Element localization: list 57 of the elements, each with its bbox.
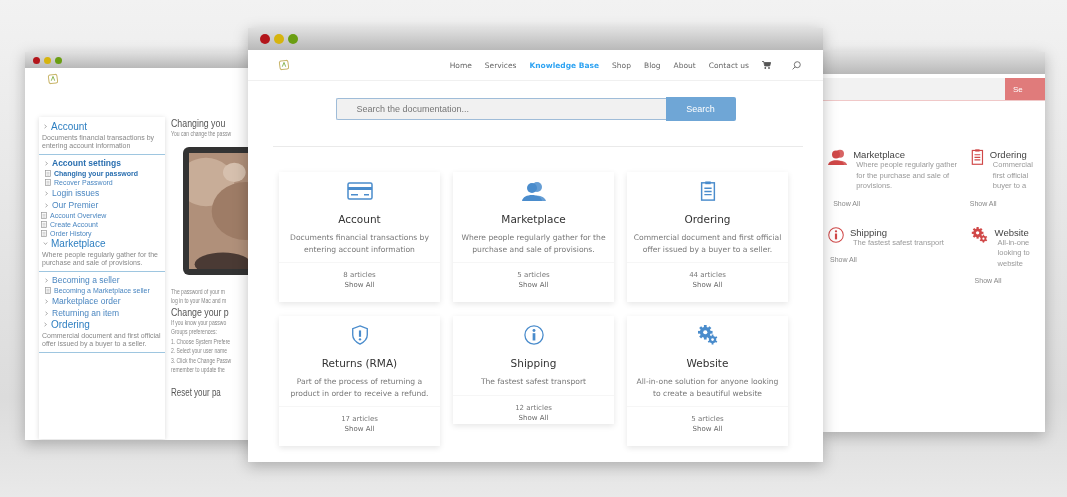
card-title: Ordering [989, 149, 1028, 160]
card-title: Website [686, 357, 729, 369]
folder-item[interactable]: Returning an item [39, 307, 165, 319]
card-title: Shipping [510, 357, 557, 369]
article-heading: Reset your pa [171, 386, 222, 398]
folder-item[interactable]: Login issues [39, 187, 165, 199]
article-title: Changing you [171, 117, 227, 129]
card-title: Account [338, 213, 381, 225]
page-icon [41, 212, 47, 219]
clipboard-icon [699, 181, 716, 201]
close-icon[interactable] [33, 56, 40, 64]
chevron-right-icon [43, 124, 48, 129]
page-icon [41, 221, 47, 228]
page-icon [41, 230, 47, 237]
card-title: Website [994, 226, 1030, 238]
search-icon[interactable] [792, 60, 801, 70]
credit-card-icon [346, 181, 373, 201]
card-title: Ordering [684, 213, 731, 225]
folder-item[interactable]: Becoming a seller [39, 274, 165, 286]
search-field[interactable]: Search the documentation... [335, 98, 666, 120]
article-heading: Change your p [171, 305, 230, 318]
folder-item[interactable]: Marketplace order [39, 295, 165, 307]
card-title: Marketplace [501, 213, 566, 225]
info-icon [828, 226, 844, 243]
logo-icon[interactable] [47, 73, 59, 85]
page-icon [45, 170, 51, 177]
clipboard-icon [971, 149, 984, 165]
section-title[interactable]: Marketplace [39, 238, 165, 249]
minimize-icon[interactable] [274, 34, 284, 44]
logo-icon[interactable] [278, 59, 290, 71]
maximize-icon[interactable] [55, 56, 62, 64]
section-title[interactable]: Account [39, 121, 165, 132]
info-icon [523, 325, 544, 345]
people-icon [521, 181, 546, 201]
page-icon [45, 287, 51, 294]
card-title: Shipping [850, 226, 888, 238]
chevron-right-icon [43, 322, 48, 327]
page-icon [45, 179, 51, 186]
folder-item[interactable]: Account settings [39, 157, 165, 169]
section-title[interactable]: Ordering [39, 319, 165, 330]
close-icon[interactable] [260, 34, 270, 44]
folder-item[interactable]: Our Premier [39, 199, 165, 211]
card-title: Returns (RMA) [321, 357, 398, 369]
gears-icon [696, 325, 719, 345]
chevron-right-icon [44, 160, 49, 166]
minimize-icon[interactable] [44, 56, 51, 64]
gears-icon [971, 226, 989, 243]
maximize-icon[interactable] [288, 34, 298, 44]
search-button[interactable]: Se [1005, 78, 1045, 100]
search-field[interactable] [822, 78, 1005, 100]
people-icon [828, 149, 848, 165]
search-button[interactable]: Search [665, 97, 736, 121]
chevron-right-icon [44, 277, 49, 283]
chevron-down-icon [43, 241, 48, 246]
shield-warning-icon [349, 325, 370, 345]
cart-icon[interactable] [762, 61, 771, 69]
card-title: Marketplace [853, 149, 906, 160]
